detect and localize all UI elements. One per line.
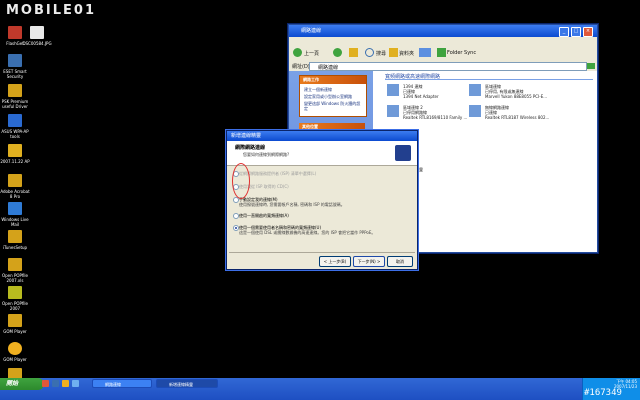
close-button[interactable]: × [583,27,593,37]
option-manual[interactable]: 手動設定我的連線(M) 使用撥號連線時, 您需要帳戶名稱, 密碼和 ISP 的電話… [233,197,407,207]
next-button[interactable]: 下一步(N) > [353,256,385,267]
folder-icon [8,314,22,327]
network-disconnected-icon [387,105,399,117]
watermark-logo: MOBILE01 [6,2,96,18]
app-icon [8,286,22,299]
wizard-header: 網際網路連線 您要如何連線到網際網路? [227,141,417,166]
new-connection-wizard: 新增連線精靈 網際網路連線 您要如何連線到網際網路? 從網際網路服務提供者 (I… [226,130,418,270]
wizard-heading: 網際網路連線 [235,145,266,151]
toolbar: 上一頁 搜尋 資料夾 Folder Sync [289,45,597,62]
back-button-label[interactable]: 上一頁 [304,50,319,57]
folder-icon [8,174,22,187]
quick-launch-icon[interactable] [72,380,79,387]
mail-icon [8,202,22,215]
folders-icon[interactable] [389,48,398,57]
app-icon [8,114,22,127]
media-player-icon [8,342,22,355]
quick-launch-icon[interactable] [42,380,49,387]
connection-1394[interactable]: 1394 連線 已連線 1394 Net Adapter [387,84,467,100]
app-icon [8,26,22,39]
task-new-connection[interactable]: 建立一個新連線 [304,87,332,93]
network-warning-icon [469,84,481,96]
wizard-title: 新增連線精靈 [231,133,262,139]
forward-arrow-icon[interactable] [333,48,342,57]
window-titlebar[interactable]: 網路連線 _ □ × [289,25,597,37]
quick-launch-icon[interactable] [62,380,69,387]
search-icon[interactable] [365,48,374,57]
folder-icon [8,144,22,157]
connection-local-2[interactable]: 區域連線 2 已停用網路線 Realtek RTL8169/8110 Family … [387,105,467,121]
menu-bar [289,37,597,45]
maximize-button[interactable]: □ [571,27,581,37]
folder-sync-icon[interactable] [437,48,446,57]
connection-wireless[interactable]: 無線網路連線 已連線 Realtek RTL8187 Wireless 802... [469,105,589,121]
folder-icon [8,84,22,97]
wizard-divider [229,252,415,253]
search-button-label[interactable]: 搜尋 [376,50,386,57]
desktop-icon-folder-ap[interactable]: 2007.11.22 AP [0,144,30,164]
option-broadband-password[interactable]: 使用一個需要使用者名稱和密碼的寬頻連線(U) 這是一個使用 DSL 或纜線數據機的… [233,225,407,235]
option-isp-cd[interactable]: 使用我從 ISP 取得的 CD(C) [233,184,407,190]
desktop-icon-popfile[interactable]: Open POPfile 2007 [0,286,30,311]
address-input[interactable]: 網路連線 [309,62,587,71]
folder-sync-label[interactable]: Folder Sync [447,50,476,56]
taskbar-window-network[interactable]: 網路連線 [92,379,152,388]
address-bar: 網址(D) 網路連線 [289,61,597,71]
task-firewall[interactable]: 變更這部 Windows 防火牆的設定 [304,101,364,111]
window-title: 網路連線 [301,28,322,34]
network-tasks-title[interactable]: 網路工作 [300,76,366,84]
start-button[interactable]: 開始 [0,378,44,390]
back-button[interactable]: < 上一步(B) [319,256,351,267]
folder-icon [8,258,22,271]
task-home-network[interactable]: 設定家用或小型辦公室網路 [304,94,352,100]
wizard-titlebar[interactable]: 新增連線精靈 [227,131,417,141]
cancel-button[interactable]: 取消 [387,256,413,267]
taskbar-window-wizard[interactable]: 新增連線精靈 [156,379,218,388]
radio-button[interactable] [233,213,239,219]
option-isp-list[interactable]: 從網際網路服務提供者 (ISP) 清單中選擇(L) [233,171,407,177]
post-id-watermark: #167349 [584,388,622,398]
watermark-brand: MOBILE01 [6,2,96,18]
desktop-icon-popfile-xls[interactable]: Open POPfile 2007.xls [0,258,30,283]
go-button[interactable] [587,63,595,69]
desktop-icon-photo[interactable]: DSC00584.JPG [22,26,52,46]
image-file-icon [30,26,44,39]
quick-launch-icon[interactable] [52,380,59,387]
views-icon[interactable] [419,48,431,57]
wireless-network-icon [469,105,481,117]
wizard-banner-icon [395,145,411,161]
desktop-icon-asus[interactable]: ASUS WPA-AP tools [0,114,30,139]
group-divider [385,79,593,80]
address-label: 網址(D) [292,64,310,70]
network-icon [387,84,399,96]
back-arrow-icon[interactable] [293,48,302,57]
desktop-icon-gom-player[interactable]: GOM Player [0,342,30,362]
desktop-icon-itunes[interactable]: iTunesSetup [0,230,30,250]
desktop-icon-eset[interactable]: ESET Smart Security [0,54,30,79]
desktop-icon-gom-folder[interactable]: GOM Player [0,314,30,334]
red-highlight-circle [232,163,250,199]
folder-up-icon[interactable] [349,48,358,57]
desktop-icon-acrobat[interactable]: Adobe Acrobat 8 Pro [0,174,30,199]
shield-icon [8,54,22,67]
minimize-button[interactable]: _ [559,27,569,37]
radio-button-selected[interactable] [233,225,239,231]
folders-button-label[interactable]: 資料夾 [399,50,414,57]
connection-local[interactable]: 區域連線 已停用, 有限或無連線 Marvell Yukon 88E8055 PCI… [469,84,589,100]
wizard-subheading: 您要如何連線到網際網路? [243,152,290,157]
network-tasks-panel: 網路工作 建立一個新連線 設定家用或小型辦公室網路 變更這部 Windows 防… [299,75,367,117]
option-always-on[interactable]: 使用一直開啟的寬頻連線(A) [233,213,407,219]
desktop-icon-psk[interactable]: PSK Premium useful Driver [0,84,30,109]
folder-icon [8,230,22,243]
desktop-icon-live-mail[interactable]: Windows Live Mail [0,202,30,227]
